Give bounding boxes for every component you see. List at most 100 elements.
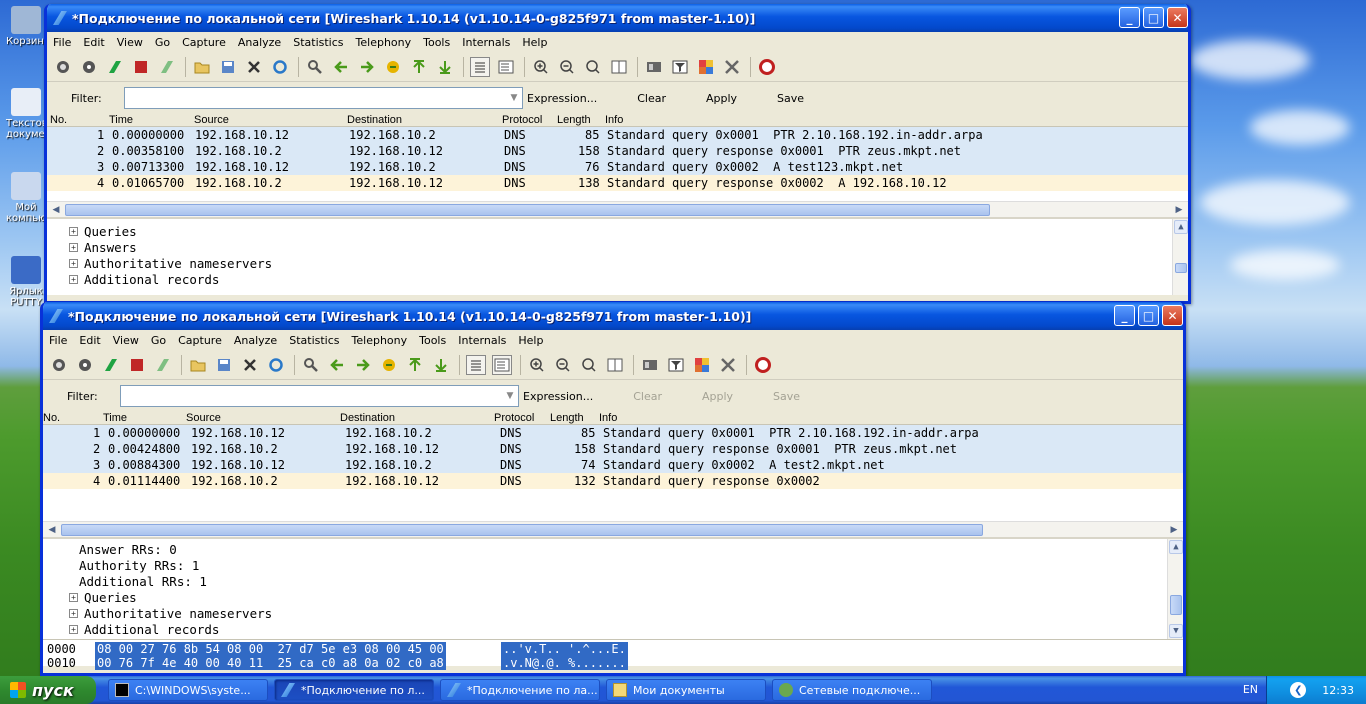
table-row[interactable]: 3 0.00884300 192.168.10.12 192.168.10.2 DNS 7… [43,457,1183,473]
open-file-icon[interactable] [192,57,212,77]
go-first-icon[interactable] [409,57,429,77]
menu-help[interactable]: Help [518,334,543,347]
apply-button[interactable]: Apply [706,92,737,105]
col-source[interactable]: Source [186,412,221,424]
stop-capture-icon[interactable] [131,57,151,77]
filter-input[interactable]: ▼ [120,385,519,407]
menu-help[interactable]: Help [522,36,547,49]
clear-button[interactable]: Clear [637,92,666,105]
language-indicator[interactable]: EN [1243,683,1258,696]
expand-icon[interactable]: + [69,592,78,602]
save-file-icon[interactable] [218,57,238,77]
tree-item[interactable]: + Queries [69,223,1188,239]
menu-internals[interactable]: Internals [462,36,510,49]
menu-file[interactable]: File [49,334,67,347]
col-no[interactable]: No. [50,114,67,126]
preferences-icon[interactable] [718,355,738,375]
details-vscroll[interactable]: ▲ ▼ [1167,539,1183,639]
save-button[interactable]: Save [777,92,804,105]
go-back-icon[interactable] [331,57,351,77]
close-button[interactable]: ✕ [1167,7,1188,28]
expression-button[interactable]: Expression... [527,92,597,105]
normal-size-icon[interactable] [579,355,599,375]
col-no[interactable]: No. [43,412,60,424]
desktop-icon-recycle-bin[interactable]: Корзина [6,6,50,47]
save-button[interactable]: Save [773,390,800,403]
clear-button[interactable]: Clear [633,390,662,403]
taskbar-item-wireshark-1[interactable]: *Подключение по л... [274,679,434,701]
table-row[interactable]: 2 0.00424800 192.168.10.2 192.168.10.12 DNS 1… [43,441,1183,457]
hex-ascii[interactable]: ..'v.T.. '.^...E. [501,642,628,656]
resize-columns-icon[interactable] [605,355,625,375]
colorize-icon[interactable] [466,354,486,375]
chevron-left-icon[interactable]: ❮ [1290,682,1307,698]
start-capture-icon[interactable] [101,355,121,375]
menu-telephony[interactable]: Telephony [356,36,412,49]
col-info[interactable]: Info [605,114,623,126]
tree-item[interactable]: + Authoritative nameservers [69,255,1188,271]
expression-button[interactable]: Expression... [523,390,593,403]
menu-tools[interactable]: Tools [419,334,446,347]
help-icon[interactable] [753,355,773,375]
options-icon[interactable] [79,57,99,77]
table-row[interactable]: 1 0.00000000 192.168.10.12 192.168.10.2 DNS 8… [43,425,1183,441]
auto-scroll-icon[interactable] [496,57,516,77]
col-destination[interactable]: Destination [347,114,402,126]
minimize-button[interactable]: _ [1114,305,1135,326]
restart-capture-icon[interactable] [157,57,177,77]
wireshark-window-back[interactable]: *Подключение по локальной сети [Wireshar… [44,4,1191,304]
open-file-icon[interactable] [188,355,208,375]
wireshark-window-front[interactable]: *Подключение по локальной сети [Wireshar… [40,302,1186,676]
maximize-button[interactable]: □ [1143,7,1164,28]
title-bar[interactable]: *Подключение по локальной сети [Wireshar… [43,302,1183,330]
capture-filters-icon[interactable] [640,355,660,375]
scroll-thumb[interactable] [65,204,990,216]
zoom-out-icon[interactable] [553,355,573,375]
go-to-packet-icon[interactable] [383,57,403,77]
options-icon[interactable] [75,355,95,375]
col-length[interactable]: Length [557,114,591,126]
start-capture-icon[interactable] [105,57,125,77]
col-protocol[interactable]: Protocol [494,412,534,424]
go-forward-icon[interactable] [353,355,373,375]
desktop-icon-putty[interactable]: Ярлык PUTTY [6,256,46,308]
tree-item[interactable]: + Additional records [69,621,1183,637]
scroll-up-icon[interactable]: ▲ [1174,220,1188,234]
menu-view[interactable]: View [117,36,143,49]
zoom-in-icon[interactable] [531,57,551,77]
zoom-out-icon[interactable] [557,57,577,77]
go-back-icon[interactable] [327,355,347,375]
capture-filters-icon[interactable] [644,57,664,77]
menu-telephony[interactable]: Telephony [352,334,408,347]
auto-scroll-icon[interactable] [492,354,512,375]
coloring-rules-icon[interactable] [692,355,712,375]
table-row[interactable]: 4 0.01114400 192.168.10.2 192.168.10.12 DNS 1… [43,473,1183,489]
close-file-icon[interactable] [240,355,260,375]
find-packet-icon[interactable] [301,355,321,375]
go-to-packet-icon[interactable] [379,355,399,375]
scroll-down-icon[interactable]: ▼ [1169,624,1183,638]
packet-bytes[interactable]: 0000 08 00 27 76 8b 54 08 00 27 d7 5e e3 … [43,639,1183,670]
maximize-button[interactable]: □ [1138,305,1159,326]
table-row[interactable]: 4 0.01065700 192.168.10.2 192.168.10.12 DNS 1… [47,175,1188,191]
stop-capture-icon[interactable] [127,355,147,375]
menu-edit[interactable]: Edit [83,36,104,49]
chevron-down-icon[interactable]: ▼ [506,88,522,108]
hex-ascii[interactable]: .v.N@.@. %....... [501,656,628,670]
display-filters-icon[interactable] [670,57,690,77]
packet-details[interactable]: + Queries + Answers + Authoritative nameser… [47,217,1188,295]
scroll-left-icon[interactable]: ◀ [49,203,63,217]
close-file-icon[interactable] [244,57,264,77]
taskbar-item-wireshark-2[interactable]: *Подключение по ла... [440,679,600,701]
desktop-icon-text-document[interactable]: Текстовый документ [6,88,62,140]
reload-icon[interactable] [266,355,286,375]
expand-icon[interactable]: + [69,274,78,284]
scroll-left-icon[interactable]: ◀ [45,523,59,537]
col-time[interactable]: Time [109,114,133,126]
menu-capture[interactable]: Capture [182,36,226,49]
save-file-icon[interactable] [214,355,234,375]
taskbar-item-network[interactable]: Сетевые подключе... [772,679,932,701]
packet-details[interactable]: Answer RRs: 0 Authority RRs: 1 Additiona… [43,537,1183,639]
col-protocol[interactable]: Protocol [502,114,542,126]
menu-analyze[interactable]: Analyze [238,36,281,49]
